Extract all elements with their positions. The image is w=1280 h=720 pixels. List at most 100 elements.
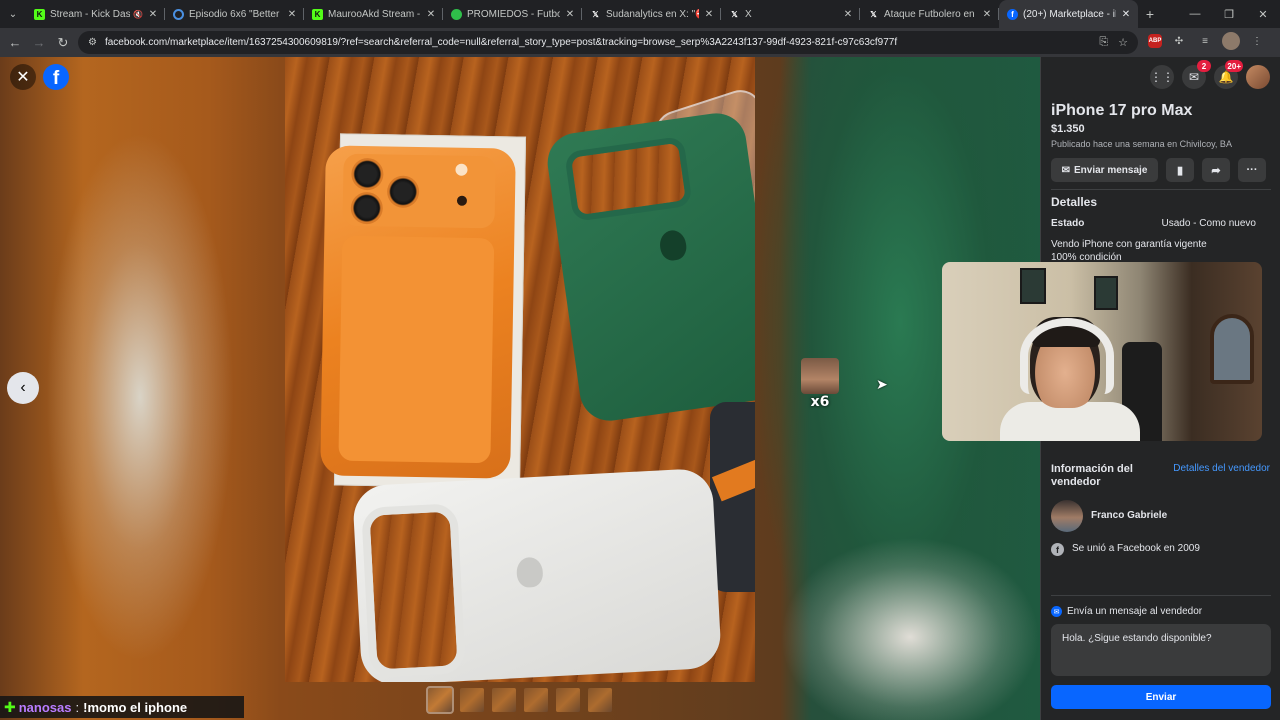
photo-thumbnail[interactable]: [524, 688, 548, 712]
browser-tab[interactable]: K Stream - Kick Dashbo 🔇 ✕: [26, 0, 165, 28]
tab-title: (20+) Marketplace - iPho: [1023, 8, 1116, 20]
photo-thumbnail[interactable]: [588, 688, 612, 712]
reading-list-icon[interactable]: ≡: [1196, 32, 1214, 50]
facebook-logo-icon[interactable]: f: [43, 64, 69, 90]
save-bookmark-icon[interactable]: ▮: [1166, 158, 1194, 182]
restore-icon[interactable]: ❐: [1212, 8, 1246, 21]
message-input[interactable]: Hola. ¿Sigue estando disponible?: [1051, 624, 1271, 676]
more-options-icon[interactable]: ···: [1238, 158, 1266, 182]
send-message-label: Enviar mensaje: [1074, 164, 1148, 176]
photo-thumbnail[interactable]: [492, 688, 516, 712]
bookmark-star-icon[interactable]: ☆: [1118, 36, 1128, 49]
browser-tab[interactable]: 𝕏 Sudanalytics en X: "⛔ u ✕: [582, 0, 721, 28]
back-arrow-icon[interactable]: ←: [3, 35, 27, 50]
tab-title: PROMIEDOS - Futbol Arg: [467, 8, 560, 20]
tab-close-icon[interactable]: ✕: [981, 9, 993, 20]
messenger-icon: ✉: [1051, 606, 1062, 617]
condition-label: Estado: [1051, 218, 1085, 229]
listing-actions: ✉ Enviar mensaje ▮ ➦ ···: [1051, 158, 1266, 182]
kebab-menu-icon[interactable]: ⋮: [1248, 32, 1266, 50]
notifications-badge: 20+: [1225, 60, 1243, 72]
x-icon: 𝕏: [731, 9, 738, 19]
browser-tab[interactable]: K MaurooAkd Stream - Wat ✕: [304, 0, 443, 28]
divider: [1051, 595, 1271, 596]
share-arrow-icon[interactable]: ➦: [1202, 158, 1230, 182]
messenger-badge: 2: [1197, 60, 1211, 72]
browser-tab-active[interactable]: f (20+) Marketplace - iPho ✕: [999, 0, 1138, 28]
listing-price: $1.350: [1051, 123, 1085, 135]
tab-close-icon[interactable]: ✕: [564, 9, 576, 20]
url-text[interactable]: facebook.com/marketplace/item/1637254300…: [105, 37, 1099, 48]
previous-photo-chevron-icon[interactable]: ‹: [7, 372, 39, 404]
account-avatar[interactable]: [1246, 65, 1270, 89]
tab-close-icon[interactable]: ✕: [425, 9, 437, 20]
extensions-bar: ABP ✣ ≡ ⋮: [1148, 32, 1266, 50]
tab-close-icon[interactable]: ✕: [147, 9, 159, 20]
forward-arrow-icon[interactable]: →: [27, 35, 51, 50]
condition-value: Usado - Como nuevo: [1161, 218, 1257, 229]
tab-close-icon[interactable]: ✕: [842, 9, 854, 20]
tab-title: Sudanalytics en X: "⛔ u: [606, 8, 699, 20]
seller-avatar[interactable]: [1051, 500, 1083, 532]
headset-icon: [1020, 318, 1114, 394]
seller-details-link[interactable]: Detalles del vendedor: [1173, 463, 1270, 474]
photo-viewer: ✕ f ‹ x6 ➤: [0, 57, 1040, 720]
description-line: Vendo iPhone con garantía vigente: [1051, 239, 1207, 250]
window-controls: — ❐ ✕: [1178, 8, 1280, 21]
kick-icon: K: [312, 8, 323, 20]
mirror: [1210, 314, 1254, 384]
browser-tab[interactable]: Episodio 6x6 "Better Call ✕: [165, 0, 304, 28]
photo-thumbnails: [426, 686, 612, 714]
chat-text: !momo el iphone: [83, 699, 188, 715]
browser-tab[interactable]: 𝕏 X ✕: [721, 0, 860, 28]
tab-title: MaurooAkd Stream - Wat: [328, 8, 421, 20]
messenger-icon[interactable]: ✉ 2: [1182, 60, 1211, 89]
details-heading: Detalles: [1051, 195, 1098, 209]
streamer-webcam-overlay: [942, 262, 1262, 441]
browser-tab[interactable]: PROMIEDOS - Futbol Arg ✕: [443, 0, 582, 28]
photo-thumbnail[interactable]: [460, 688, 484, 712]
muted-speaker-icon[interactable]: 🔇: [133, 10, 143, 19]
send-message-button[interactable]: ✉ Enviar mensaje: [1051, 158, 1158, 182]
tab-close-icon[interactable]: ✕: [286, 9, 298, 20]
photo-thumbnail[interactable]: [556, 688, 580, 712]
address-bar[interactable]: ⚙ facebook.com/marketplace/item/16372543…: [78, 31, 1138, 54]
extensions-puzzle-icon[interactable]: ✣: [1170, 32, 1188, 50]
profile-avatar-icon[interactable]: [1222, 32, 1240, 50]
close-window-icon[interactable]: ✕: [1246, 8, 1280, 21]
emote-count: x6: [810, 394, 830, 410]
notifications-bell-icon[interactable]: 🔔 20+: [1214, 60, 1243, 89]
close-viewer-icon[interactable]: ✕: [10, 64, 36, 90]
wall-picture: [1020, 268, 1046, 304]
tab-title: Ataque Futbolero en X: ": [884, 8, 977, 20]
tab-close-icon[interactable]: ✕: [703, 9, 715, 20]
seller-name[interactable]: Franco Gabriele: [1091, 510, 1167, 521]
minimize-icon[interactable]: —: [1178, 8, 1212, 21]
toolbar: ← → ↻ ⚙ facebook.com/marketplace/item/16…: [0, 28, 1280, 57]
adblock-plus-icon[interactable]: ABP: [1148, 34, 1162, 48]
facebook-icon: f: [1007, 8, 1018, 20]
install-app-icon[interactable]: ⎘: [1099, 36, 1108, 49]
tab-title: Episodio 6x6 "Better Call: [189, 8, 282, 20]
x-icon: 𝕏: [870, 9, 877, 19]
send-button[interactable]: Enviar: [1051, 685, 1271, 709]
photo-thumbnail[interactable]: [426, 686, 454, 714]
blurred-background: [30, 87, 250, 707]
seller-joined-text: Se unió a Facebook en 2009: [1072, 543, 1200, 554]
tab-search-chevron-icon[interactable]: ⌄: [0, 0, 26, 28]
promiedos-icon: [451, 8, 462, 20]
tab-title: Stream - Kick Dashbo: [50, 8, 131, 20]
chat-separator: :: [75, 699, 80, 715]
kick-icon: K: [34, 8, 45, 20]
chat-badge-icon: ✚: [4, 698, 16, 715]
browser-tab[interactable]: 𝕏 Ataque Futbolero en X: " ✕: [860, 0, 999, 28]
laughing-face-emote-icon: [801, 358, 839, 394]
tab-close-icon[interactable]: ✕: [1120, 9, 1132, 20]
white-case-image: [352, 467, 722, 682]
menu-grid-icon[interactable]: ⋮⋮: [1150, 65, 1174, 89]
chat-username: nanosas: [18, 699, 72, 715]
loading-icon: [173, 8, 184, 20]
site-info-icon[interactable]: ⚙: [88, 37, 97, 48]
reload-icon[interactable]: ↻: [51, 35, 75, 51]
new-tab-icon[interactable]: +: [1138, 6, 1162, 22]
